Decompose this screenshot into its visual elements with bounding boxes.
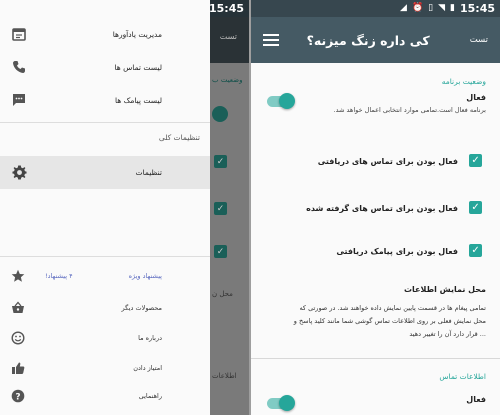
background-display-title: محل ن — [212, 290, 233, 298]
drawer-screen: ◢ ⏰ ▯ ◥ ▮ 15:45 تست وضعیت ب ✓ ✓ ✓ محل ن … — [0, 0, 249, 415]
switch-knob — [279, 93, 295, 109]
incoming-calls-label: فعال بودن برای تماس های دریافتی — [317, 157, 458, 166]
drawer-item-label: لیست پیامک ها — [115, 95, 162, 105]
wifi-icon: ◥ — [438, 3, 446, 13]
display-desc-line: ... قرار دارد آن را تغییر دهید — [409, 330, 486, 338]
smiley-icon — [10, 330, 26, 346]
basket-icon — [10, 300, 26, 316]
drawer-item-other-products[interactable]: محصولات دیگر — [0, 298, 210, 318]
drawer-item-reminders[interactable]: مدیریت یادآورها — [0, 24, 210, 44]
drawer-item-rate[interactable]: امتیاز دادن — [0, 358, 210, 378]
background-section-title: وضعیت ب — [212, 76, 243, 84]
status-time: 15:45 — [208, 2, 244, 15]
incoming-sms-label: فعال بودن برای پیامک دریافتی — [336, 247, 458, 256]
drawer-section-general-settings: تنظیمات کلی — [158, 133, 200, 142]
display-location-setting[interactable]: محل نمایش اطلاعات تمامی پیغام ها در قسمت… — [251, 285, 500, 341]
drawer-item-label: امتیاز دادن — [133, 364, 162, 372]
settings-screen: ◢ ⏰ ▯ ◥ ▮ 15:45 کی داره زنگ میزنه؟ تست و… — [251, 0, 500, 415]
drawer-item-label: مدیریت یادآورها — [112, 29, 162, 39]
background-test-label: تست — [219, 32, 237, 41]
section-contact-info: اطلاعات تماس — [439, 372, 486, 381]
background-checkbox-2: ✓ — [214, 202, 227, 215]
test-button[interactable]: تست — [470, 35, 488, 45]
drawer-item-label: محصولات دیگر — [121, 304, 162, 312]
drawer-item-label: تنظیمات — [135, 168, 162, 177]
navigation-drawer: مدیریت یادآورها لیست تماس ها لیست پیامک … — [0, 0, 210, 415]
svg-text:?: ? — [15, 392, 20, 402]
drawer-item-label: پیشنهاد ویژه — [128, 272, 162, 280]
display-desc-line: تمامی پیغام ها در قسمت پایین نمایش داده … — [299, 304, 486, 312]
background-switch — [212, 106, 228, 122]
phone-icon — [10, 58, 28, 76]
incoming-calls-checkbox[interactable]: ✓ — [469, 154, 482, 167]
screens-container: ◢ ⏰ ▯ ◥ ▮ 15:45 تست وضعیت ب ✓ ✓ ✓ محل ن … — [0, 0, 500, 415]
active-switch[interactable] — [267, 93, 295, 109]
drawer-item-sms[interactable]: لیست پیامک ها — [0, 90, 210, 110]
offer-count-badge: ۴ پیشنهاد! — [45, 272, 73, 280]
display-location-description: تمامی پیغام ها در قسمت پایین نمایش داده … — [265, 302, 486, 341]
active-description: برنامه فعال است.تمامی موارد انتخابی اعما… — [333, 106, 486, 114]
contact-active-row[interactable]: فعال — [251, 395, 500, 415]
outgoing-calls-row[interactable]: فعال بودن برای تماس های گرفته شده ✓ — [251, 201, 500, 214]
status-bar: ◢ ⏰ ▯ ◥ ▮ 15:45 — [251, 0, 500, 17]
status-time: 15:45 — [459, 2, 495, 15]
incoming-sms-checkbox[interactable]: ✓ — [469, 244, 482, 257]
background-checkbox-1: ✓ — [214, 155, 227, 168]
section-app-status: وضعیت برنامه — [441, 77, 486, 86]
thumbs-up-icon — [10, 360, 26, 376]
drawer-item-calls[interactable]: لیست تماس ها — [0, 57, 210, 77]
calendar-icon — [10, 25, 28, 43]
drawer-item-about[interactable]: درباره ما — [0, 328, 210, 348]
switch-knob — [279, 395, 295, 411]
app-bar: کی داره زنگ میزنه؟ تست — [251, 17, 500, 63]
help-icon: ? — [10, 388, 26, 404]
active-label: فعال — [466, 93, 486, 102]
drawer-item-label: درباره ما — [138, 334, 162, 342]
contact-active-switch[interactable] — [267, 395, 295, 411]
display-desc-line: محل نمایش فعلی بر روی اطلاعات تماس گوشی … — [293, 317, 486, 325]
drawer-item-label: لیست تماس ها — [114, 62, 162, 72]
drawer-item-special-offer[interactable]: پیشنهاد ویژه ۴ پیشنهاد! — [0, 266, 210, 286]
background-checkbox-3: ✓ — [214, 245, 227, 258]
outgoing-calls-label: فعال بودن برای تماس های گرفته شده — [306, 204, 458, 213]
background-contact-title: اطلاعات — [212, 372, 237, 380]
drawer-divider-bottom — [0, 256, 210, 257]
alarm-icon: ⏰ — [411, 3, 424, 13]
drawer-divider — [0, 122, 210, 123]
star-icon — [10, 268, 26, 284]
active-setting-row[interactable]: فعال برنامه فعال است.تمامی موارد انتخابی… — [251, 93, 500, 129]
outgoing-calls-checkbox[interactable]: ✓ — [469, 201, 482, 214]
drawer-item-help[interactable]: ? راهنمایی — [0, 386, 210, 406]
contact-active-label: فعال — [466, 395, 486, 404]
gear-icon — [10, 163, 28, 181]
display-location-title: محل نمایش اطلاعات — [404, 285, 486, 294]
signal-icon: ◢ — [400, 3, 407, 13]
incoming-calls-row[interactable]: فعال بودن برای تماس های دریافتی ✓ — [251, 154, 500, 167]
vibrate-icon: ▯ — [428, 3, 434, 13]
message-icon — [10, 91, 28, 109]
menu-icon[interactable] — [263, 34, 279, 46]
drawer-item-settings[interactable]: تنظیمات — [0, 156, 210, 189]
incoming-sms-row[interactable]: فعال بودن برای پیامک دریافتی ✓ — [251, 244, 500, 257]
drawer-item-label: راهنمایی — [138, 392, 162, 400]
battery-icon: ▮ — [450, 3, 455, 13]
app-title: کی داره زنگ میزنه؟ — [306, 32, 430, 48]
